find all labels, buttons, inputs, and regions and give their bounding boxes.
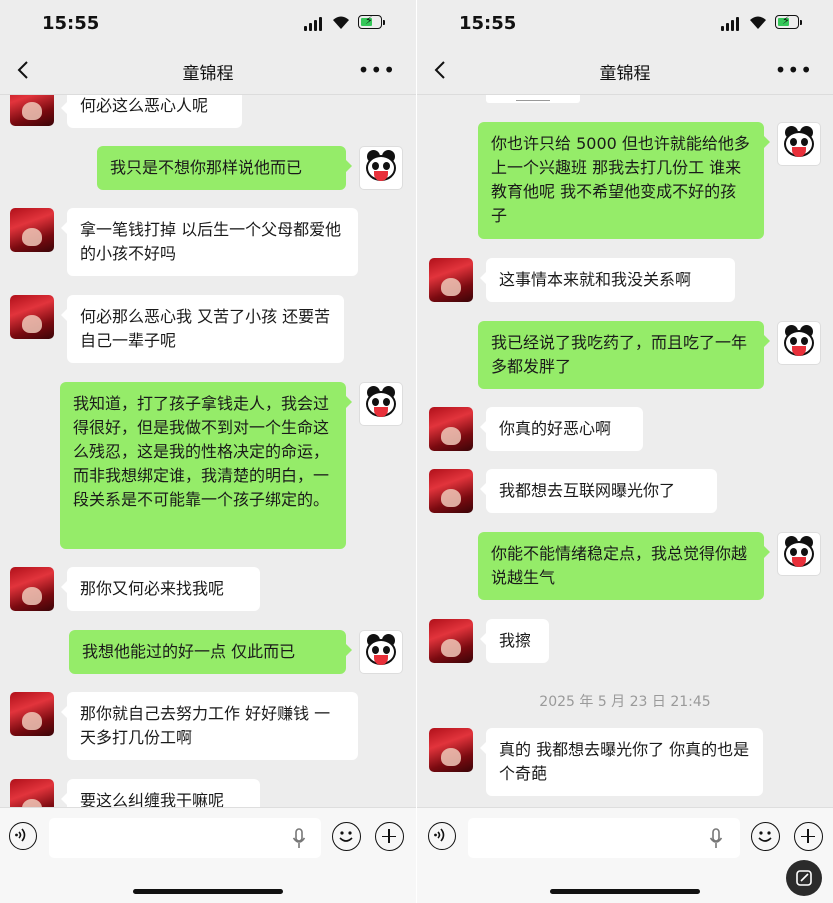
signal-icon	[304, 17, 326, 31]
more-dots-icon[interactable]: •••	[358, 58, 396, 82]
status-time: 15:55	[459, 13, 517, 34]
message-out: 我想他能过的好一点 仅此而已	[69, 630, 352, 674]
emoji-icon[interactable]	[751, 822, 780, 851]
message-out: 你能不能情绪稳定点，我总觉得你越说越生气	[478, 532, 770, 600]
chat-title: 童锦程	[599, 64, 651, 84]
more-dots-icon[interactable]: •••	[775, 58, 813, 82]
emoji-icon[interactable]	[332, 822, 361, 851]
voice-input-icon[interactable]	[428, 822, 456, 850]
microphone-icon[interactable]	[292, 828, 306, 850]
plus-icon[interactable]	[375, 822, 404, 851]
avatar-self[interactable]	[359, 146, 403, 190]
avatar-contact[interactable]	[10, 692, 54, 736]
avatar-contact[interactable]	[429, 258, 473, 302]
message-in: 这事情本来就和我没关系啊	[480, 258, 735, 302]
battery-icon: ⚡	[775, 14, 802, 29]
avatar-contact[interactable]	[10, 567, 54, 611]
message-in: 拿一笔钱打掉 以后生一个父母都爱他的小孩不好吗	[61, 208, 358, 276]
avatar-self[interactable]	[359, 382, 403, 426]
message-out: 你也许只给 5000 但也许就能给他多上一个兴趣班 那我去打几份工 谁来教育他呢…	[478, 122, 770, 239]
home-indicator	[133, 889, 283, 894]
status-bar: 15:55 ⚡	[417, 0, 833, 48]
timestamp: 2025 年 5 月 23 日 21:45	[539, 694, 711, 710]
avatar-contact[interactable]	[429, 619, 473, 663]
avatar-self[interactable]	[777, 122, 821, 166]
message-in: 何必这么恶心人呢	[61, 95, 242, 128]
wifi-icon	[333, 16, 349, 29]
battery-icon: ⚡	[358, 14, 385, 29]
avatar-self[interactable]	[777, 532, 821, 576]
avatar-contact[interactable]	[10, 208, 54, 252]
message-input[interactable]	[468, 818, 740, 858]
partial-card[interactable]	[486, 95, 580, 103]
chat-title: 童锦程	[182, 64, 234, 84]
chat-header: 童锦程 •••	[417, 48, 833, 95]
message-in: 要这么纠缠我干嘛呢	[61, 779, 260, 808]
message-in: 那你又何必来找我呢	[61, 567, 260, 611]
input-bar	[417, 807, 833, 903]
home-indicator	[550, 889, 700, 894]
avatar-contact[interactable]	[429, 407, 473, 451]
avatar-contact[interactable]	[429, 728, 473, 772]
message-in: 我都想去互联网曝光你了	[480, 469, 717, 513]
avatar-self[interactable]	[359, 630, 403, 674]
chat-screen-right: 15:55 ⚡ 童锦程 ••• 你也许只给 5000 但也许就能给他多上一个兴趣…	[417, 0, 833, 903]
message-in: 那你就自己去努力工作 好好赚钱 一天多打几份工啊	[61, 692, 358, 760]
chat-header: 童锦程 •••	[0, 48, 416, 95]
message-in: 真的 我都想去曝光你了 你真的也是个奇葩	[480, 728, 763, 796]
signal-icon	[721, 17, 743, 31]
avatar-contact[interactable]	[10, 95, 54, 126]
avatar-self[interactable]	[777, 321, 821, 365]
edit-icon[interactable]	[786, 860, 822, 896]
chat-screen-left: 15:55 ⚡ 童锦程 ••• 何必这么恶心人呢 我只是不想你那样说他而已 拿一…	[0, 0, 416, 903]
avatar-contact[interactable]	[10, 779, 54, 808]
voice-input-icon[interactable]	[9, 822, 37, 850]
message-out: 我已经说了我吃药了，而且吃了一年多都发胖了	[478, 321, 770, 389]
plus-icon[interactable]	[794, 822, 823, 851]
avatar-contact[interactable]	[10, 295, 54, 339]
wifi-icon	[750, 16, 766, 29]
input-bar	[0, 807, 416, 903]
message-input[interactable]	[49, 818, 321, 858]
status-bar: 15:55 ⚡	[0, 0, 416, 48]
microphone-icon[interactable]	[709, 828, 723, 850]
message-out: 我只是不想你那样说他而已	[97, 146, 352, 190]
message-list[interactable]: 何必这么恶心人呢 我只是不想你那样说他而已 拿一笔钱打掉 以后生一个父母都爱他的…	[0, 95, 416, 808]
message-list[interactable]: 你也许只给 5000 但也许就能给他多上一个兴趣班 那我去打几份工 谁来教育他呢…	[417, 95, 833, 808]
status-time: 15:55	[42, 13, 100, 34]
message-in: 我擦	[480, 619, 549, 663]
message-out: 我知道，打了孩子拿钱走人，我会过得很好，但是我做不到对一个生命这么残忍，这是我的…	[60, 382, 352, 549]
message-in: 你真的好恶心啊	[480, 407, 643, 451]
avatar-contact[interactable]	[429, 469, 473, 513]
message-in: 何必那么恶心我 又苦了小孩 还要苦自己一辈子呢	[61, 295, 344, 363]
